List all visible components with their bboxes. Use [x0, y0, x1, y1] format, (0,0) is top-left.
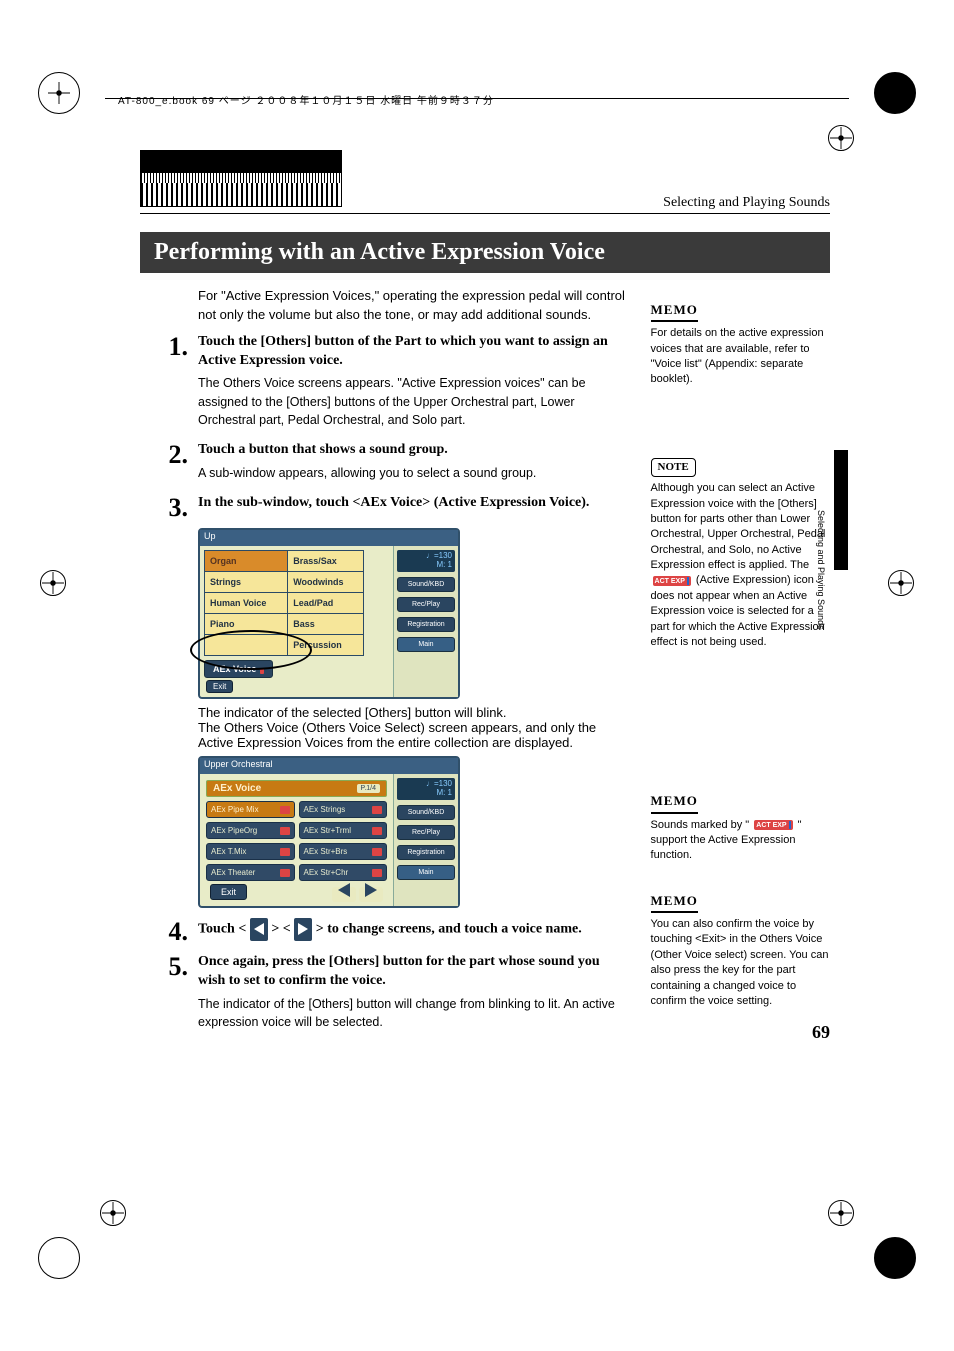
memo-block: MEMO Sounds marked by " ACT EXP " suppor…: [651, 792, 830, 863]
step-num: 4.: [140, 918, 198, 947]
voice-aex-theater[interactable]: AEx Theater: [206, 864, 295, 881]
memo-block: MEMO You can also confirm the voice by t…: [651, 892, 830, 1010]
group-leadpad[interactable]: Lead/Pad: [288, 593, 364, 614]
print-mark-icon: [40, 570, 66, 596]
next-page-button[interactable]: [359, 887, 383, 902]
step-title: Once again, press the [Others] button fo…: [198, 953, 629, 991]
memo-label: MEMO: [651, 792, 698, 813]
left-arrow-icon: [250, 918, 268, 941]
step-4: 4. Touch < > < > to change screens, and …: [140, 918, 629, 947]
tempo-display: ♩=130M: 1: [397, 550, 455, 572]
memo-text: You can also confirm the voice by touchi…: [651, 917, 830, 1009]
voice-aex-strtrml[interactable]: AEx Str+Trml: [299, 822, 388, 839]
exit-button[interactable]: Exit: [210, 884, 247, 900]
step-title: Touch the [Others] button of the Part to…: [198, 333, 629, 371]
breadcrumb: Selecting and Playing Sounds: [663, 195, 830, 211]
voice-aex-tmix[interactable]: AEx T.Mix: [206, 843, 295, 860]
main-button[interactable]: Main: [397, 865, 455, 880]
step-3: 3. In the sub-window, touch <AEx Voice> …: [140, 494, 629, 523]
prev-page-button[interactable]: [332, 887, 356, 902]
note-label: NOTE: [651, 458, 696, 477]
memo-label: MEMO: [651, 301, 698, 322]
group-strings[interactable]: Strings: [205, 572, 288, 593]
screenshot-sound-groups: Up OrganBrass/Sax StringsWoodwinds Human…: [198, 528, 460, 699]
sound-kbd-button[interactable]: Sound/KBD: [397, 805, 455, 820]
screen-title: Up: [204, 531, 216, 541]
keyboard-illustration: [140, 150, 342, 207]
step-num: 3.: [140, 494, 198, 523]
right-arrow-icon: [294, 918, 312, 941]
print-mark-icon: [100, 1200, 126, 1226]
intro-text: For "Active Expression Voices," operatin…: [198, 287, 628, 325]
print-mark-icon: [828, 125, 854, 151]
group-brass[interactable]: Brass/Sax: [288, 551, 364, 572]
screen-title: Upper Orchestral: [204, 759, 273, 769]
tempo-display: ♩=130M: 1: [397, 778, 455, 800]
group-bass[interactable]: Bass: [288, 614, 364, 635]
screenshot-voice-select: Upper Orchestral AEx Voice P.1/4 AEx Pip…: [198, 756, 460, 908]
print-mark-icon: [874, 72, 916, 114]
active-expression-icon: ACT EXP: [653, 576, 691, 586]
rec-play-button[interactable]: Rec/Play: [397, 825, 455, 840]
page-indicator: P.1/4: [357, 784, 380, 793]
header-stamp: AT-800_e.book 69 ページ ２００８年１０月１５日 水曜日 午前９…: [118, 92, 494, 107]
print-mark-icon: [828, 1200, 854, 1226]
print-mark-icon: [38, 1237, 80, 1279]
group-woodwinds[interactable]: Woodwinds: [288, 572, 364, 593]
registration-button[interactable]: Registration: [397, 845, 455, 860]
print-mark-icon: [38, 72, 80, 114]
step-title: In the sub-window, touch <AEx Voice> (Ac…: [198, 494, 629, 513]
print-mark-icon: [874, 1237, 916, 1279]
active-expression-icon: ACT EXP: [754, 820, 792, 830]
step-num: 1.: [140, 333, 198, 435]
memo-text: For details on the active expression voi…: [651, 326, 830, 388]
step-1: 1. Touch the [Others] button of the Part…: [140, 333, 629, 435]
voice-aex-strchr[interactable]: AEx Str+Chr: [299, 864, 388, 881]
side-tab: [834, 450, 848, 570]
main-button[interactable]: Main: [397, 637, 455, 652]
voice-header: AEx Voice P.1/4: [206, 780, 387, 797]
step-desc: A sub-window appears, allowing you to se…: [198, 464, 629, 482]
memo-block: MEMO For details on the active expressio…: [651, 301, 830, 388]
step-5: 5. Once again, press the [Others] button…: [140, 953, 629, 1037]
voice-aex-pipemix[interactable]: AEx Pipe Mix: [206, 801, 295, 818]
step-title: Touch a button that shows a sound group.: [198, 441, 629, 460]
after-screenshot-text: The Others Voice (Others Voice Select) s…: [198, 720, 629, 750]
step-title: Touch < > < > to change screens, and tou…: [198, 918, 629, 941]
voice-aex-pipeorg[interactable]: AEx PipeOrg: [206, 822, 295, 839]
page-number: 69: [812, 1022, 830, 1043]
registration-button[interactable]: Registration: [397, 617, 455, 632]
sound-kbd-button[interactable]: Sound/KBD: [397, 577, 455, 592]
note-block: NOTE Although you can select an Active E…: [651, 458, 830, 651]
after-screenshot-text: The indicator of the selected [Others] b…: [198, 705, 629, 720]
step-num: 2.: [140, 441, 198, 488]
exit-button[interactable]: Exit: [206, 680, 233, 693]
rec-play-button[interactable]: Rec/Play: [397, 597, 455, 612]
memo-label: MEMO: [651, 892, 698, 913]
step-2: 2. Touch a button that shows a sound gro…: [140, 441, 629, 488]
step-desc: The indicator of the [Others] button wil…: [198, 995, 629, 1031]
note-text: Although you can select an Active Expres…: [651, 481, 830, 650]
step-num: 5.: [140, 953, 198, 1037]
group-organ[interactable]: Organ: [205, 551, 288, 572]
section-title: Performing with an Active Expression Voi…: [140, 232, 830, 273]
step-desc: The Others Voice screens appears. "Activ…: [198, 374, 629, 428]
voice-aex-strings[interactable]: AEx Strings: [299, 801, 388, 818]
group-humanvoice[interactable]: Human Voice: [205, 593, 288, 614]
voice-aex-strbrs[interactable]: AEx Str+Brs: [299, 843, 388, 860]
print-mark-icon: [888, 570, 914, 596]
memo-text: Sounds marked by " ACT EXP " support the…: [651, 818, 830, 864]
